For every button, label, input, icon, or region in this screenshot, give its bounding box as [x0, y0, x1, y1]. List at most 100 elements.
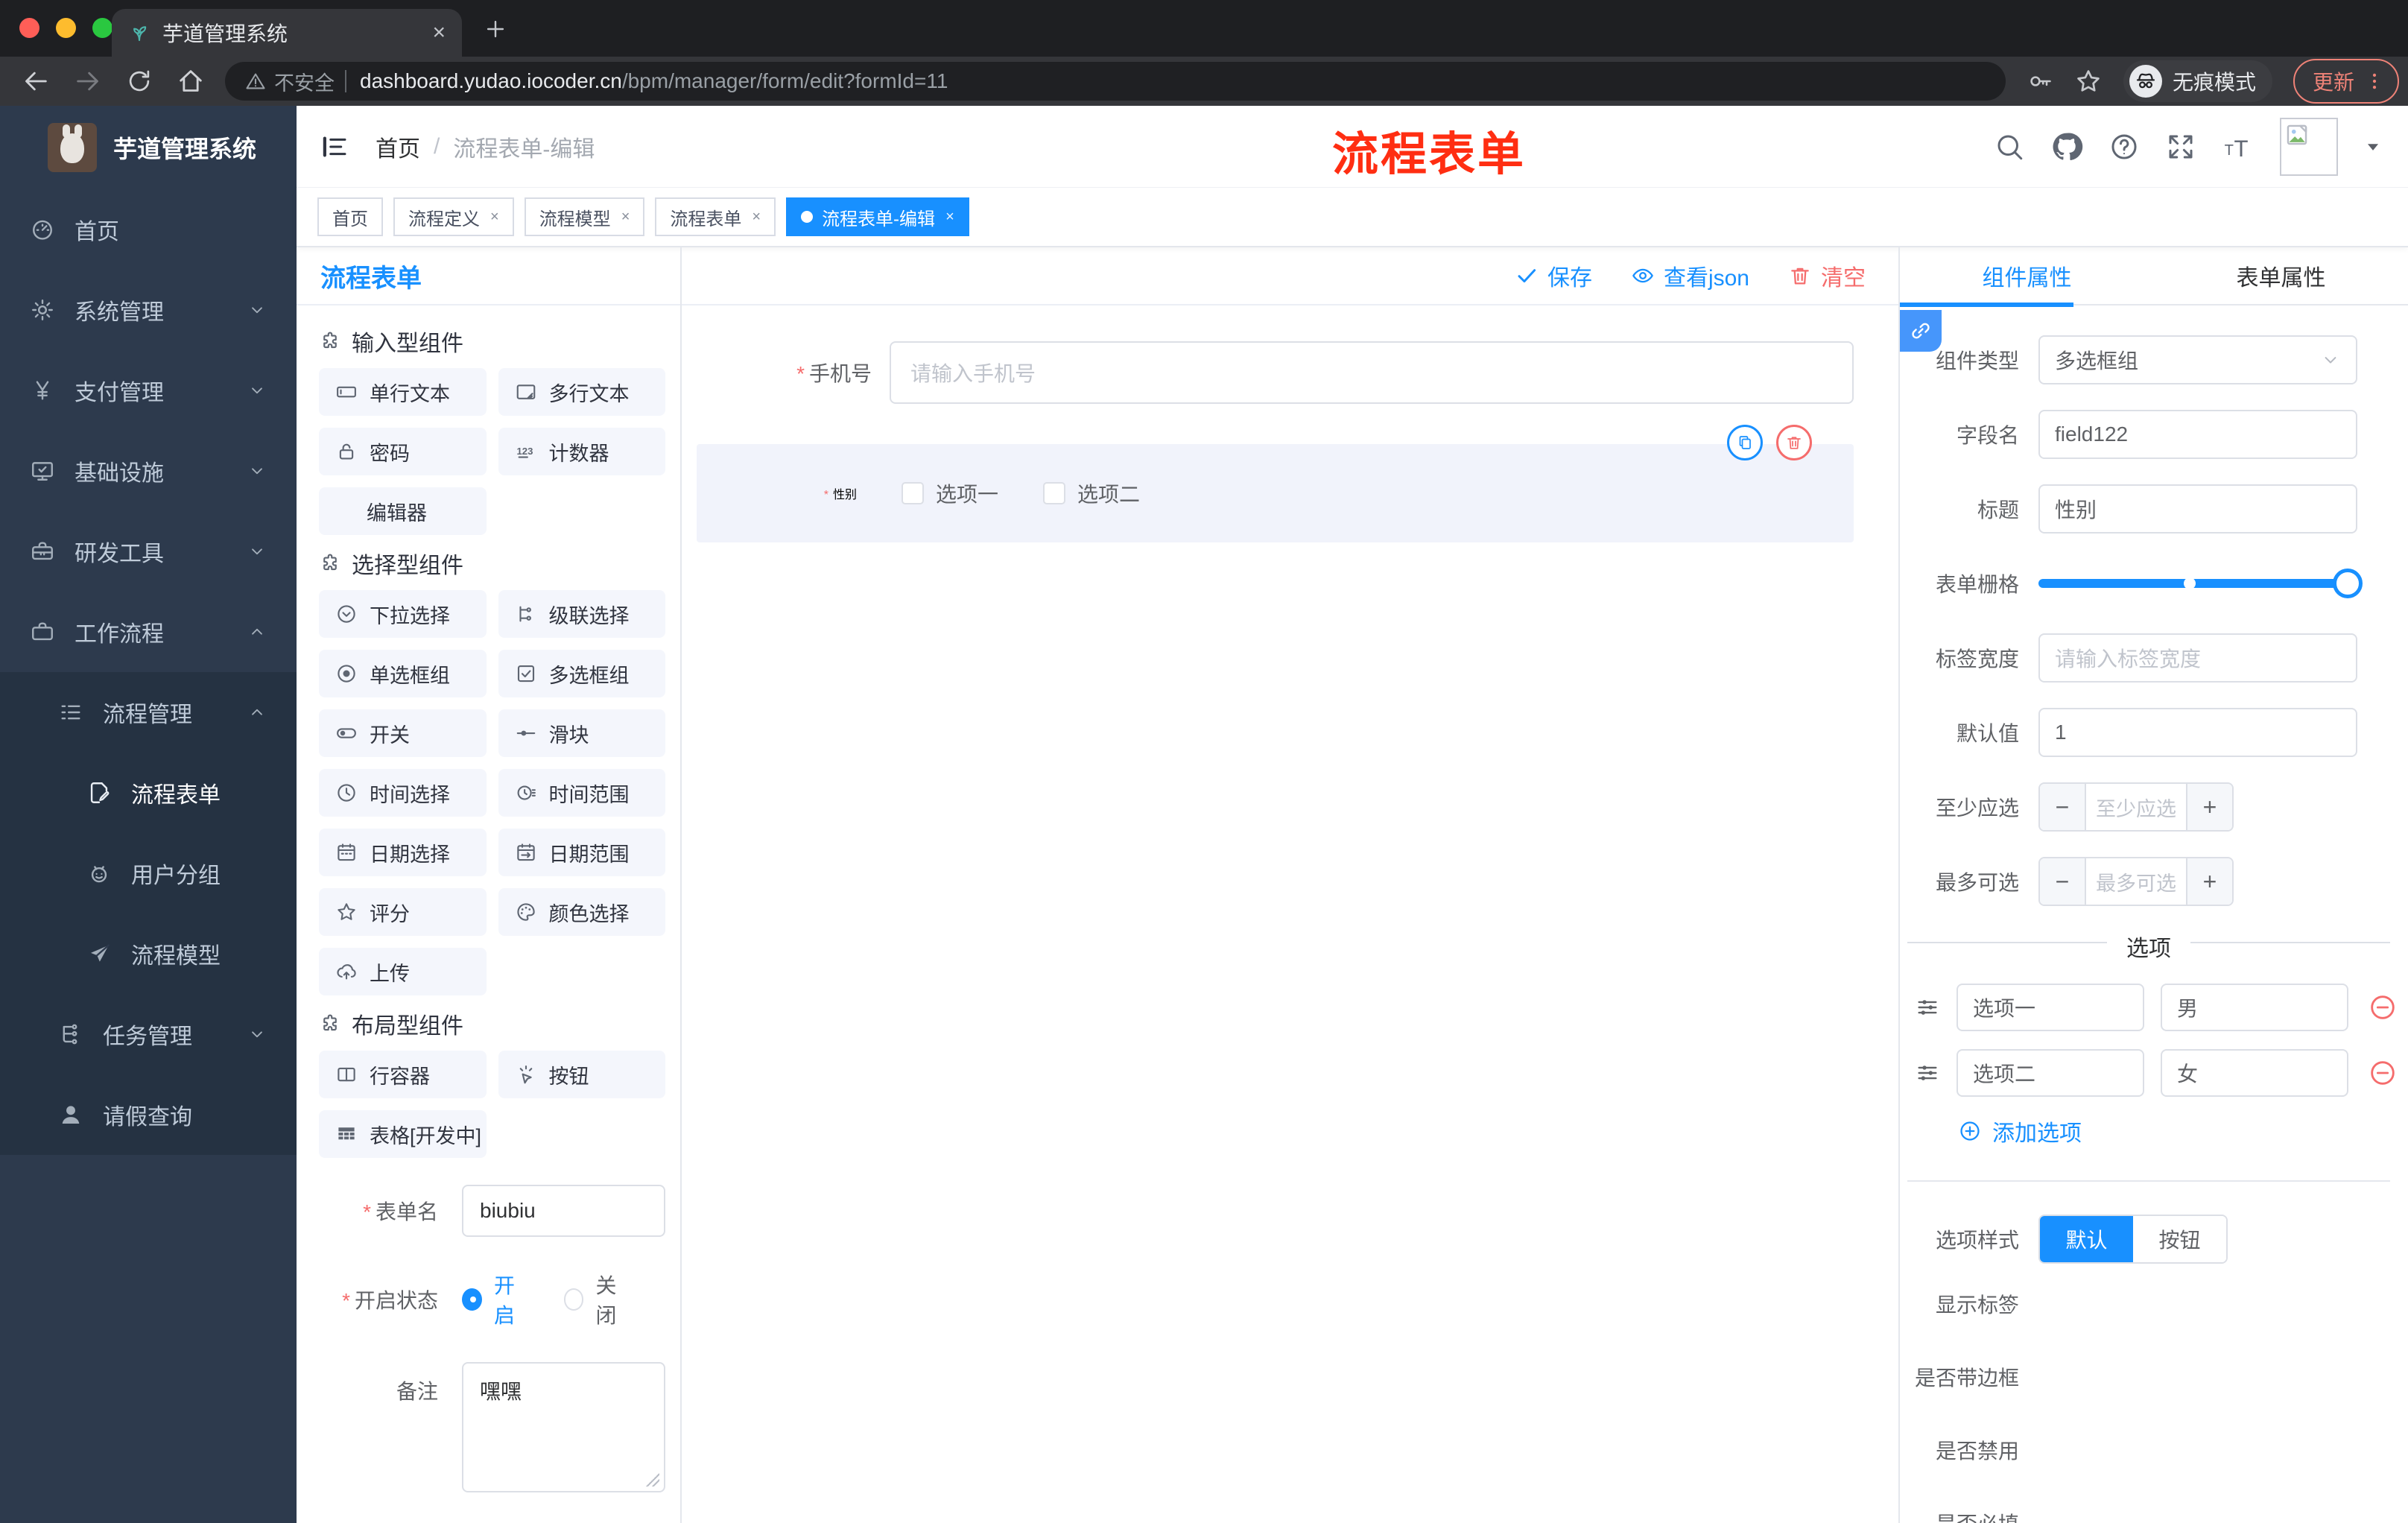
close-tag-icon[interactable]: × [752, 209, 761, 226]
grid-slider[interactable] [2038, 559, 2363, 608]
gender-option-2[interactable]: 选项二 [1043, 478, 1140, 508]
palette-item-下拉选择[interactable]: 下拉选择 [319, 590, 487, 638]
sidebar-item-流程管理[interactable]: 流程管理 [0, 672, 297, 753]
add-option-button[interactable]: 添加选项 [1958, 1115, 2408, 1147]
palette-item-时间选择[interactable]: 时间选择 [319, 769, 487, 817]
segment-button[interactable]: 按钮 [2133, 1216, 2226, 1262]
bookmark-star-icon[interactable] [2074, 67, 2103, 95]
breadcrumb-home[interactable]: 首页 [376, 130, 420, 163]
search-icon[interactable] [1994, 131, 2025, 162]
checkbox-icon[interactable] [1043, 482, 1066, 504]
close-tag-icon[interactable]: × [490, 209, 499, 226]
decrease-button[interactable]: − [2040, 784, 2086, 830]
not-secure-warning-icon[interactable] [244, 70, 267, 92]
gender-option-1[interactable]: 选项一 [902, 478, 998, 508]
palette-item-日期选择[interactable]: 日期选择 [319, 829, 487, 876]
清空-button[interactable]: 清空 [1788, 259, 1866, 292]
close-tag-icon[interactable]: × [621, 209, 630, 226]
remove-option-icon[interactable] [2368, 1058, 2398, 1088]
palette-item-上传[interactable]: 上传 [319, 948, 487, 995]
delete-field-button[interactable] [1776, 425, 1812, 460]
palette-item-日期范围[interactable]: 日期范围 [498, 829, 665, 876]
segment-default[interactable]: 默认 [2040, 1216, 2133, 1262]
palette-item-级联选择[interactable]: 级联选择 [498, 590, 665, 638]
sidebar-item-基础设施[interactable]: 基础设施 [0, 431, 297, 511]
fullscreen-icon[interactable] [2165, 131, 2196, 162]
form-remark-textarea[interactable]: 嘿嘿 [462, 1362, 665, 1492]
decrease-button[interactable]: − [2040, 858, 2086, 905]
phone-field-input[interactable]: 请输入手机号 [890, 341, 1854, 404]
palette-item-表格[开发中][interactable]: 表格[开发中] [319, 1110, 487, 1158]
zoom-window-button[interactable] [92, 18, 113, 38]
remove-option-icon[interactable] [2368, 992, 2398, 1022]
tag-流程表单-编辑[interactable]: 流程表单-编辑 × [786, 197, 969, 236]
tag-首页[interactable]: 首页 [317, 197, 383, 236]
palette-item-单行文本[interactable]: 单行文本 [319, 368, 487, 416]
close-tab-icon[interactable]: × [432, 20, 446, 45]
increase-button[interactable]: + [2186, 858, 2232, 905]
palette-item-单选框组[interactable]: 单选框组 [319, 650, 487, 697]
sidebar-logo[interactable]: 芋道管理系统 [0, 106, 297, 189]
component-type-select[interactable]: 多选框组 [2038, 335, 2357, 384]
palette-item-密码[interactable]: 密码 [319, 428, 487, 475]
palette-item-颜色选择[interactable]: 颜色选择 [498, 888, 665, 936]
option-label-input[interactable]: 选项二 [1956, 1049, 2144, 1097]
查看json-button[interactable]: 查看json [1631, 259, 1749, 292]
canvas-field-phone[interactable]: * 手机号 请输入手机号 [756, 341, 1854, 404]
sidebar-item-用户分组[interactable]: 用户分组 [0, 833, 297, 914]
palette-item-计数器[interactable]: 123 计数器 [498, 428, 665, 475]
palette-item-时间范围[interactable]: 时间范围 [498, 769, 665, 817]
palette-item-多行文本[interactable]: 多行文本 [498, 368, 665, 416]
sidebar-item-首页[interactable]: 首页 [0, 189, 297, 270]
palette-item-编辑器[interactable]: 编辑器 [319, 487, 487, 535]
drag-handle-icon[interactable] [1915, 995, 1940, 1020]
form-name-input[interactable]: biubiu [462, 1185, 665, 1237]
hamburger-icon[interactable] [319, 131, 350, 162]
default-value-input[interactable]: 1 [2038, 708, 2357, 757]
back-icon[interactable] [21, 66, 51, 96]
sidebar-item-支付管理[interactable]: 支付管理 [0, 350, 297, 431]
status-radio-closed[interactable]: 关闭 [563, 1270, 633, 1329]
status-radio-open[interactable]: 开启 [462, 1270, 531, 1329]
sidebar-item-流程模型[interactable]: 流程模型 [0, 914, 297, 994]
tab-form-props[interactable]: 表单属性 [2154, 247, 2408, 304]
palette-item-滑块[interactable]: 滑块 [498, 709, 665, 757]
sidebar-item-工作流程[interactable]: 工作流程 [0, 592, 297, 672]
help-icon[interactable] [2108, 131, 2140, 162]
palette-item-多选框组[interactable]: 多选框组 [498, 650, 665, 697]
new-tab-button[interactable] [483, 16, 508, 42]
traffic-lights[interactable] [19, 18, 113, 38]
min-select-stepper[interactable]: − 至少应选 + [2038, 782, 2234, 832]
sidebar-item-研发工具[interactable]: 研发工具 [0, 511, 297, 592]
option-value-input[interactable]: 女 [2161, 1049, 2348, 1097]
slider-handle[interactable] [2333, 569, 2363, 598]
forward-icon[interactable] [73, 66, 103, 96]
tab-component-props[interactable]: 组件属性 [1900, 247, 2154, 307]
data-binding-link-button[interactable] [1900, 310, 1942, 352]
tag-流程定义[interactable]: 流程定义 × [393, 197, 514, 236]
palette-item-开关[interactable]: 开关 [319, 709, 487, 757]
palette-item-按钮[interactable]: 按钮 [498, 1051, 665, 1098]
sidebar-item-流程表单[interactable]: 流程表单 [0, 753, 297, 833]
max-select-stepper[interactable]: − 最多可选 + [2038, 857, 2234, 906]
保存-button[interactable]: 保存 [1515, 259, 1592, 292]
title-input[interactable]: 性别 [2038, 484, 2357, 533]
browser-tab[interactable]: 芋道管理系统 × [112, 9, 462, 57]
address-bar[interactable]: 不安全 dashboard.yudao.iocoder.cn/bpm/manag… [225, 62, 2006, 101]
field-name-input[interactable]: field122 [2038, 410, 2357, 459]
palette-item-行容器[interactable]: 行容器 [319, 1051, 487, 1098]
github-icon[interactable] [2050, 130, 2083, 163]
user-avatar[interactable] [2280, 117, 2338, 176]
font-size-icon[interactable]: TT [2222, 130, 2255, 163]
label-width-input[interactable]: 请输入标签宽度 [2038, 633, 2357, 683]
palette-item-评分[interactable]: 评分 [319, 888, 487, 936]
checkbox-icon[interactable] [902, 482, 924, 504]
sidebar-item-任务管理[interactable]: 任务管理 [0, 994, 297, 1074]
tag-流程模型[interactable]: 流程模型 × [524, 197, 645, 236]
update-browser-button[interactable]: 更新 [2293, 59, 2400, 104]
minimize-window-button[interactable] [56, 18, 76, 38]
browser-menu-dots-icon[interactable] [2363, 70, 2386, 92]
option-label-input[interactable]: 选项一 [1956, 984, 2144, 1031]
reload-icon[interactable] [125, 67, 153, 95]
avatar-caret-down-icon[interactable] [2363, 137, 2383, 156]
